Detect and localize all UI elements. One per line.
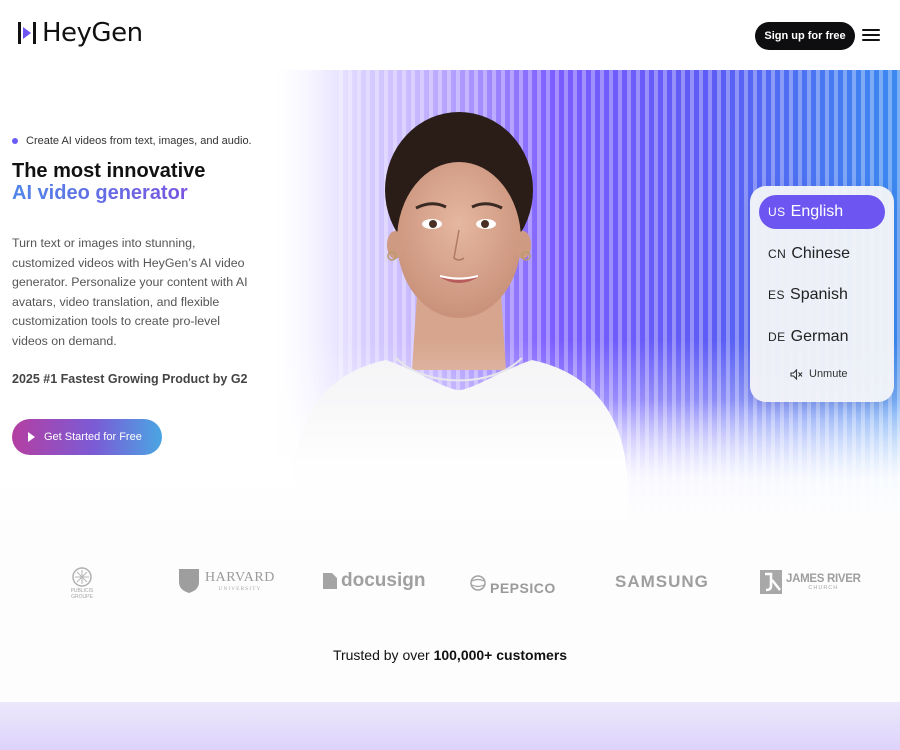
flag-us-icon: US xyxy=(768,205,786,219)
samsung-logo: SAMSUNG xyxy=(615,572,709,591)
site-header: HeyGen Sign up for free xyxy=(0,0,900,70)
language-option-english[interactable]: US English xyxy=(759,195,885,229)
get-started-button[interactable]: Get Started for Free xyxy=(12,419,162,455)
unmute-label: Unmute xyxy=(809,368,848,380)
james-river-icon xyxy=(760,570,782,594)
heygen-logo[interactable]: HeyGen xyxy=(18,18,143,48)
hamburger-menu-icon[interactable] xyxy=(862,27,882,43)
hero-title-line2: AI video generator xyxy=(12,182,188,204)
hero-title-line1: The most innovative xyxy=(12,160,206,182)
language-option-german[interactable]: DE German xyxy=(759,320,885,354)
docusign-icon xyxy=(323,573,337,589)
trusted-count: 100,000+ customers xyxy=(433,647,568,663)
pepsico-globe-icon xyxy=(470,575,486,591)
flag-cn-icon: CN xyxy=(768,247,787,261)
play-icon xyxy=(28,432,35,442)
docusign-logo: docusign xyxy=(322,570,425,592)
flag-es-icon: ES xyxy=(768,288,786,302)
hero-description: Turn text or images into stunning, custo… xyxy=(12,236,248,348)
flag-de-icon: DE xyxy=(768,330,786,344)
get-started-label: Get Started for Free xyxy=(44,431,142,443)
tagline-text: Create AI videos from text, images, and … xyxy=(26,135,252,147)
harvard-shield-icon xyxy=(179,569,199,593)
harvard-logo: HARVARD UNIVERSITY xyxy=(178,568,275,594)
james-river-logo: JAMES RIVER CHURCH xyxy=(760,570,861,594)
language-label: Spanish xyxy=(790,286,848,303)
tagline-dot-icon xyxy=(12,138,18,144)
speaker-muted-icon xyxy=(790,368,803,380)
language-label: Chinese xyxy=(791,245,851,262)
award-text: 2025 #1 Fastest Growing Product by G2 xyxy=(12,372,248,386)
next-section-preview xyxy=(0,702,900,750)
language-option-spanish[interactable]: ES Spanish xyxy=(759,278,885,312)
unmute-button[interactable]: Unmute xyxy=(790,368,848,380)
customer-logos-section: PUBLICIS GROUPE HARVARD UNIVERSITY docus… xyxy=(0,520,900,702)
publicis-lion-icon xyxy=(72,567,92,587)
trusted-prefix: Trusted by over xyxy=(332,647,430,663)
logo-text: HeyGen xyxy=(42,18,143,48)
trusted-by-text: Trusted by over 100,000+ customers xyxy=(0,647,900,663)
heygen-logo-icon xyxy=(18,22,36,44)
language-label: German xyxy=(790,328,849,345)
language-label: English xyxy=(790,203,844,220)
pepsico-logo: PEPSICO xyxy=(470,570,556,596)
hero-tagline: Create AI videos from text, images, and … xyxy=(12,135,252,147)
language-selector: US English CN Chinese ES Spanish DE Germ… xyxy=(750,186,894,402)
signup-button[interactable]: Sign up for free xyxy=(755,22,855,50)
language-option-chinese[interactable]: CN Chinese xyxy=(759,237,885,271)
publicis-groupe-logo: PUBLICIS GROUPE xyxy=(62,566,102,600)
